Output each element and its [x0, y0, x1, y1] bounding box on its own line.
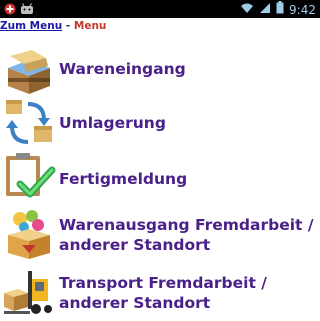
menu-item-fertigmeldung[interactable]: Fertigmeldung: [0, 150, 320, 204]
signal-icon: [259, 1, 271, 19]
android-debug-icon: [20, 2, 34, 20]
goods-issue-icon: [2, 207, 56, 261]
menu-item-wareneingang[interactable]: Wareneingang: [0, 42, 320, 96]
status-time: 9:42: [289, 3, 316, 17]
status-bar: 9:42: [0, 0, 320, 18]
menu-item-label: Fertigmeldung: [59, 170, 188, 188]
breadcrumb-link-menu[interactable]: Zum Menu: [0, 20, 62, 32]
forklift-transport-icon: [2, 265, 56, 319]
menu-item-label: Umlagerung: [59, 114, 166, 132]
breadcrumb-separator: -: [65, 20, 71, 32]
breadcrumb: Zum Menu - Menu: [0, 19, 320, 33]
menu-item-label: Transport Fremdarbeit / anderer Standort: [59, 274, 267, 312]
completion-report-icon: [2, 150, 56, 204]
menu-item-label: Warenausgang Fremdarbeit / anderer Stand…: [59, 216, 314, 254]
goods-receipt-icon: [2, 42, 56, 96]
menu-item-umlagerung[interactable]: Umlagerung: [0, 96, 320, 150]
breadcrumb-current: Menu: [73, 20, 107, 32]
relocation-icon: [2, 96, 56, 150]
menu-item-transport[interactable]: Transport Fremdarbeit / anderer Standort: [0, 264, 320, 320]
notification-icon: [4, 2, 16, 20]
wifi-icon: [240, 1, 254, 19]
battery-icon: [276, 1, 284, 19]
menu-item-label: Wareneingang: [59, 60, 186, 78]
menu-item-warenausgang[interactable]: Warenausgang Fremdarbeit / anderer Stand…: [0, 206, 320, 262]
